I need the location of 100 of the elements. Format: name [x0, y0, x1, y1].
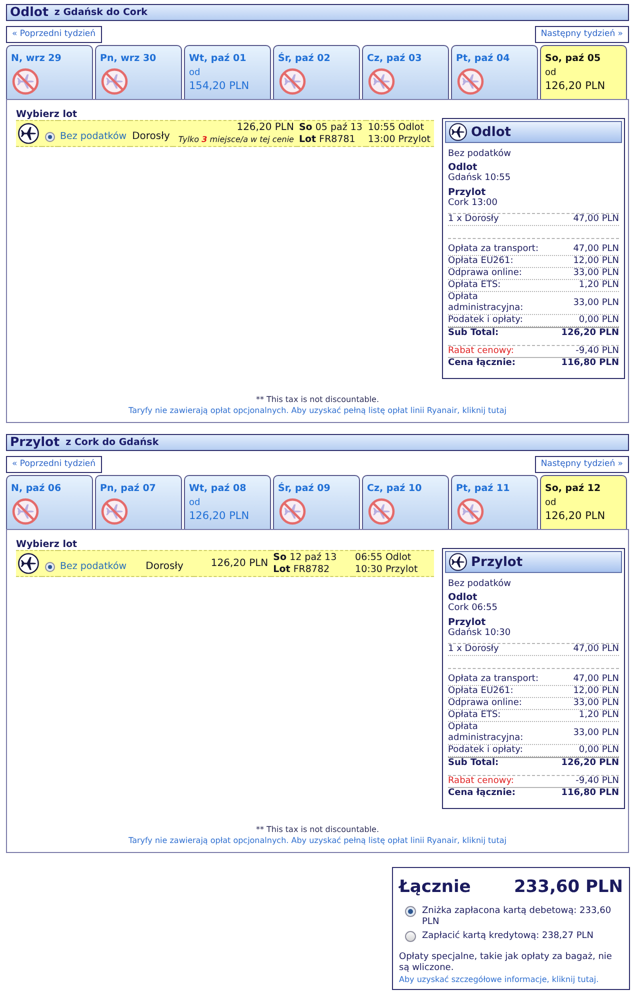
date-tab[interactable]: N, paź 06: [6, 475, 93, 529]
fare-type-link[interactable]: Bez podatków: [60, 560, 127, 572]
fee-amount: 33,00 PLN: [573, 728, 619, 738]
subtotal-label: Sub Total:: [448, 758, 499, 769]
summary-title: Odlot: [471, 126, 511, 138]
fee-label: Odprawa online:: [448, 698, 522, 709]
total-amount: 116,80 PLN: [561, 788, 619, 799]
fare-type-text: Bez podatków: [448, 579, 512, 589]
passenger-type: Dorosły: [132, 130, 170, 142]
airplane-icon: [18, 123, 39, 144]
fare-type-text: Bez podatków: [448, 149, 512, 159]
date-tab[interactable]: Wt, paź 08 od 126,20 PLN: [184, 475, 271, 529]
date-tab[interactable]: Śr, paź 09: [273, 475, 360, 529]
passenger-amount: 47,00 PLN: [573, 214, 619, 225]
airplane-icon: [449, 553, 467, 571]
fee-label: Opłata ETS:: [448, 710, 501, 721]
no-flight-icon: [368, 68, 395, 95]
departure-text: Gdańsk 10:55: [448, 173, 512, 183]
radio-button[interactable]: [405, 931, 416, 942]
no-flight-icon: [101, 498, 128, 525]
fare-price: 126,20 PLN: [236, 122, 294, 134]
flight-date: So 05 paź 13: [298, 122, 364, 134]
no-flight-icon: [101, 68, 128, 95]
subtotal-amount: 126,20 PLN: [561, 758, 619, 769]
fare-price: 126,20 PLN: [210, 558, 268, 570]
fee-label: Opłata administracyjna:: [448, 722, 524, 744]
no-flight-icon: [279, 498, 306, 525]
arrival-time: 10:30 Przylot: [355, 564, 419, 576]
fee-label: Podatek i opłaty:: [448, 315, 523, 326]
departure-label: Odlot: [448, 163, 478, 173]
arrival-text: Cork 13:00: [448, 198, 498, 208]
next-week-button[interactable]: Następny tydzień »: [534, 456, 629, 473]
no-flight-icon: [12, 68, 39, 95]
footnote-text: ** This tax is not discountable.: [256, 824, 380, 835]
fee-label: Opłata administracyjna:: [448, 292, 524, 314]
route-text: z Cork do Gdańsk: [66, 438, 159, 448]
fee-amount: 33,00 PLN: [573, 268, 619, 279]
note-text: Opłaty specjalne, takie jak opłaty za bagaż, nie są wliczone.: [399, 952, 613, 974]
fees-link[interactable]: Taryfy nie zawierają opłat opcjonalnych. Aby uzyskać pełną listę opłat linii Ryanair, kliknij tutaj: [128, 835, 506, 846]
date-tab[interactable]: Wt, paź 01 od 154,20 PLN: [184, 45, 271, 99]
radio-button[interactable]: [45, 132, 55, 142]
date-tab[interactable]: Pt, paź 11: [451, 475, 538, 529]
payment-option-label: Zniżka zapłacona kartą debetową: 233,60 PLN: [422, 906, 612, 928]
date-tab[interactable]: Pn, wrz 30: [95, 45, 182, 99]
discount-label: Rabat cenowy:: [448, 346, 514, 357]
subtotal-amount: 126,20 PLN: [561, 328, 619, 339]
fee-amount: 1,20 PLN: [578, 710, 619, 721]
fee-label: Opłata ETS:: [448, 280, 501, 291]
total-label: Cena łącznie:: [448, 788, 516, 799]
choose-flight-label: Wybierz lot: [16, 109, 78, 120]
previous-week-button[interactable]: « Poprzedni tydzień: [6, 26, 102, 43]
flight-number: Lot FR8781: [298, 134, 356, 146]
date-tab[interactable]: Śr, paź 02: [273, 45, 360, 99]
radio-button[interactable]: [45, 562, 55, 572]
fee-amount: 1,20 PLN: [578, 280, 619, 291]
details-link[interactable]: Aby uzyskać szczegółowe informacje, kliknij tutaj.: [399, 974, 599, 985]
fees-link[interactable]: Taryfy nie zawierają opłat opcjonalnych. Aby uzyskać pełną listę opłat linii Ryanair, kliknij tutaj: [128, 405, 506, 416]
fee-amount: 47,00 PLN: [573, 244, 619, 255]
total-label: Łącznie: [399, 877, 471, 897]
total-amount: 116,80 PLN: [561, 358, 619, 369]
passenger-label: 1 x Dorosły: [448, 214, 499, 225]
date-tab[interactable]: Pn, paź 07: [95, 475, 182, 529]
departure-text: Cork 06:55: [448, 603, 498, 613]
arrival-time: 13:00 Przylot: [368, 134, 432, 146]
fee-label: Opłata za transport:: [448, 244, 538, 255]
date-tab[interactable]: So, paź 05 od 126,20 PLN: [540, 45, 627, 99]
flight-number: Lot FR8782: [273, 564, 331, 576]
date-tab[interactable]: Cz, paź 03: [362, 45, 449, 99]
arrival-label: Przylot: [448, 188, 487, 198]
fee-amount: 0,00 PLN: [578, 745, 619, 756]
discount-amount: -9,40 PLN: [576, 346, 619, 357]
section-title: Odlot: [10, 6, 48, 19]
no-flight-icon: [457, 498, 484, 525]
passenger-type: Dorosły: [146, 560, 184, 572]
date-tab[interactable]: N, wrz 29: [6, 45, 93, 99]
arrival-text: Gdańsk 10:30: [448, 628, 512, 638]
no-flight-icon: [279, 68, 306, 95]
airplane-icon: [449, 123, 467, 141]
route-text: z Gdańsk do Cork: [54, 8, 148, 18]
total-label: Cena łącznie:: [448, 358, 516, 369]
passenger-amount: 47,00 PLN: [573, 644, 619, 655]
radio-button[interactable]: [405, 906, 416, 917]
choose-flight-label: Wybierz lot: [16, 539, 78, 550]
fee-amount: 33,00 PLN: [573, 698, 619, 709]
subtotal-label: Sub Total:: [448, 328, 499, 339]
total-amount: 233,60 PLN: [514, 877, 623, 897]
date-tab[interactable]: So, paź 12 od 126,20 PLN: [540, 475, 627, 529]
date-tab[interactable]: Cz, paź 10: [362, 475, 449, 529]
date-tab[interactable]: Pt, paź 04: [451, 45, 538, 99]
no-flight-icon: [457, 68, 484, 95]
next-week-button[interactable]: Następny tydzień »: [534, 26, 629, 43]
fee-label: Podatek i opłaty:: [448, 745, 523, 756]
fee-amount: 12,00 PLN: [573, 686, 619, 697]
fee-amount: 33,00 PLN: [573, 298, 619, 308]
previous-week-button[interactable]: « Poprzedni tydzień: [6, 456, 102, 473]
no-flight-icon: [12, 498, 39, 525]
departure-time: 10:55 Odlot: [368, 122, 425, 134]
fee-amount: 47,00 PLN: [573, 674, 619, 685]
seats-note: Tylko 3 miejsce/a w tej cenie: [177, 134, 294, 145]
fare-type-link[interactable]: Bez podatków: [60, 130, 127, 142]
